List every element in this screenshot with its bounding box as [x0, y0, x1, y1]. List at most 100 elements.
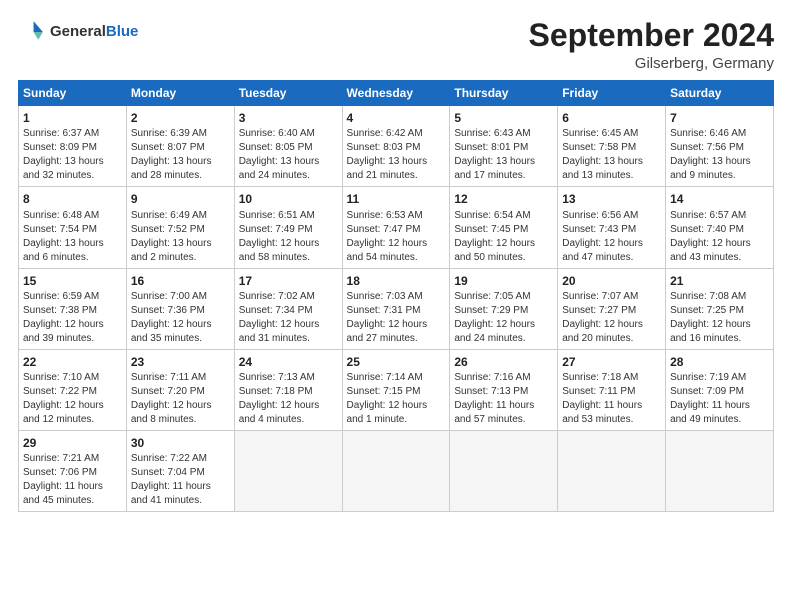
- calendar-cell: 4Sunrise: 6:42 AM Sunset: 8:03 PM Daylig…: [342, 106, 450, 187]
- col-sunday: Sunday: [19, 81, 127, 106]
- logo-blue: Blue: [106, 23, 139, 40]
- logo-general: General: [50, 23, 106, 40]
- day-info: Sunrise: 7:07 AM Sunset: 7:27 PM Dayligh…: [562, 290, 661, 346]
- calendar-cell: 30Sunrise: 7:22 AM Sunset: 7:04 PM Dayli…: [126, 430, 234, 511]
- day-number: 23: [131, 354, 230, 370]
- calendar-table: Sunday Monday Tuesday Wednesday Thursday…: [18, 80, 774, 512]
- day-number: 11: [347, 191, 446, 207]
- calendar-cell: [342, 430, 450, 511]
- calendar-cell: 10 Sunrise: 6:51 AM Sunset: 7:49 PM Dayli…: [234, 187, 342, 268]
- calendar-cell: 21Sunrise: 7:08 AM Sunset: 7:25 PM Dayli…: [666, 268, 774, 349]
- day-number: 30: [131, 435, 230, 451]
- day-info: Sunrise: 7:21 AM Sunset: 7:06 PM Dayligh…: [23, 452, 122, 508]
- week-row-3: 15Sunrise: 6:59 AM Sunset: 7:38 PM Dayli…: [19, 268, 774, 349]
- calendar-cell: 9 Sunrise: 6:49 AM Sunset: 7:52 PM Daylig…: [126, 187, 234, 268]
- day-number: 20: [562, 273, 661, 289]
- day-info: Sunrise: 6:37 AM Sunset: 8:09 PM Dayligh…: [23, 127, 122, 183]
- calendar-cell: 22Sunrise: 7:10 AM Sunset: 7:22 PM Dayli…: [19, 349, 127, 430]
- day-number: 3: [239, 110, 338, 126]
- calendar-cell: 26Sunrise: 7:16 AM Sunset: 7:13 PM Dayli…: [450, 349, 558, 430]
- calendar-cell: 28Sunrise: 7:19 AM Sunset: 7:09 PM Dayli…: [666, 349, 774, 430]
- day-number: 14: [670, 191, 769, 207]
- day-number: 24: [239, 354, 338, 370]
- week-row-2: 8 Sunrise: 6:48 AM Sunset: 7:54 PM Daylig…: [19, 187, 774, 268]
- day-info: Sunrise: 7:05 AM Sunset: 7:29 PM Dayligh…: [454, 290, 553, 346]
- calendar-cell: [450, 430, 558, 511]
- col-monday: Monday: [126, 81, 234, 106]
- day-info: Sunrise: 6:48 AM Sunset: 7:54 PM Dayligh…: [23, 209, 122, 265]
- calendar-cell: 2Sunrise: 6:39 AM Sunset: 8:07 PM Daylig…: [126, 106, 234, 187]
- calendar-cell: 18Sunrise: 7:03 AM Sunset: 7:31 PM Dayli…: [342, 268, 450, 349]
- calendar-cell: 14Sunrise: 6:57 AM Sunset: 7:40 PM Dayli…: [666, 187, 774, 268]
- col-saturday: Saturday: [666, 81, 774, 106]
- calendar-cell: 27Sunrise: 7:18 AM Sunset: 7:11 PM Dayli…: [558, 349, 666, 430]
- day-info: Sunrise: 7:19 AM Sunset: 7:09 PM Dayligh…: [670, 371, 769, 427]
- day-info: Sunrise: 6:43 AM Sunset: 8:01 PM Dayligh…: [454, 127, 553, 183]
- day-info: Sunrise: 7:08 AM Sunset: 7:25 PM Dayligh…: [670, 290, 769, 346]
- day-info: Sunrise: 6:59 AM Sunset: 7:38 PM Dayligh…: [23, 290, 122, 346]
- calendar-title: September 2024: [529, 18, 774, 53]
- calendar-cell: 3Sunrise: 6:40 AM Sunset: 8:05 PM Daylig…: [234, 106, 342, 187]
- page-header: GeneralBlue September 2024 Gilserberg, G…: [18, 18, 774, 72]
- week-row-5: 29Sunrise: 7:21 AM Sunset: 7:06 PM Dayli…: [19, 430, 774, 511]
- calendar-cell: 11 Sunrise: 6:53 AM Sunset: 7:47 PM Dayli…: [342, 187, 450, 268]
- day-number: 9: [131, 191, 230, 207]
- day-number: 4: [347, 110, 446, 126]
- col-thursday: Thursday: [450, 81, 558, 106]
- day-number: 12: [454, 191, 553, 207]
- col-friday: Friday: [558, 81, 666, 106]
- day-number: 13: [562, 191, 661, 207]
- calendar-cell: 5Sunrise: 6:43 AM Sunset: 8:01 PM Daylig…: [450, 106, 558, 187]
- day-number: 25: [347, 354, 446, 370]
- calendar-cell: [666, 430, 774, 511]
- day-info: Sunrise: 7:11 AM Sunset: 7:20 PM Dayligh…: [131, 371, 230, 427]
- calendar-cell: 7Sunrise: 6:46 AM Sunset: 7:56 PM Daylig…: [666, 106, 774, 187]
- day-number: 16: [131, 273, 230, 289]
- day-number: 2: [131, 110, 230, 126]
- day-number: 10: [239, 191, 338, 207]
- calendar-subtitle: Gilserberg, Germany: [529, 55, 774, 72]
- calendar-cell: 20Sunrise: 7:07 AM Sunset: 7:27 PM Dayli…: [558, 268, 666, 349]
- logo-icon: [18, 18, 46, 46]
- day-info: Sunrise: 7:03 AM Sunset: 7:31 PM Dayligh…: [347, 290, 446, 346]
- day-info: Sunrise: 6:45 AM Sunset: 7:58 PM Dayligh…: [562, 127, 661, 183]
- day-number: 21: [670, 273, 769, 289]
- calendar-cell: 19Sunrise: 7:05 AM Sunset: 7:29 PM Dayli…: [450, 268, 558, 349]
- calendar-cell: 17Sunrise: 7:02 AM Sunset: 7:34 PM Dayli…: [234, 268, 342, 349]
- calendar-cell: 29Sunrise: 7:21 AM Sunset: 7:06 PM Dayli…: [19, 430, 127, 511]
- day-number: 22: [23, 354, 122, 370]
- day-info: Sunrise: 7:18 AM Sunset: 7:11 PM Dayligh…: [562, 371, 661, 427]
- calendar-cell: 23Sunrise: 7:11 AM Sunset: 7:20 PM Dayli…: [126, 349, 234, 430]
- day-info: Sunrise: 6:53 AM Sunset: 7:47 PM Dayligh…: [347, 209, 446, 265]
- day-info: Sunrise: 7:14 AM Sunset: 7:15 PM Dayligh…: [347, 371, 446, 427]
- day-number: 29: [23, 435, 122, 451]
- col-tuesday: Tuesday: [234, 81, 342, 106]
- day-info: Sunrise: 6:46 AM Sunset: 7:56 PM Dayligh…: [670, 127, 769, 183]
- calendar-cell: [234, 430, 342, 511]
- day-info: Sunrise: 6:40 AM Sunset: 8:05 PM Dayligh…: [239, 127, 338, 183]
- day-number: 5: [454, 110, 553, 126]
- day-info: Sunrise: 6:51 AM Sunset: 7:49 PM Dayligh…: [239, 209, 338, 265]
- day-number: 1: [23, 110, 122, 126]
- week-row-4: 22Sunrise: 7:10 AM Sunset: 7:22 PM Dayli…: [19, 349, 774, 430]
- day-info: Sunrise: 6:49 AM Sunset: 7:52 PM Dayligh…: [131, 209, 230, 265]
- day-info: Sunrise: 6:54 AM Sunset: 7:45 PM Dayligh…: [454, 209, 553, 265]
- day-info: Sunrise: 6:42 AM Sunset: 8:03 PM Dayligh…: [347, 127, 446, 183]
- day-number: 8: [23, 191, 122, 207]
- day-info: Sunrise: 7:22 AM Sunset: 7:04 PM Dayligh…: [131, 452, 230, 508]
- day-number: 7: [670, 110, 769, 126]
- day-info: Sunrise: 6:56 AM Sunset: 7:43 PM Dayligh…: [562, 209, 661, 265]
- calendar-cell: 8 Sunrise: 6:48 AM Sunset: 7:54 PM Daylig…: [19, 187, 127, 268]
- day-info: Sunrise: 7:00 AM Sunset: 7:36 PM Dayligh…: [131, 290, 230, 346]
- calendar-cell: 15Sunrise: 6:59 AM Sunset: 7:38 PM Dayli…: [19, 268, 127, 349]
- day-number: 18: [347, 273, 446, 289]
- calendar-header-row: Sunday Monday Tuesday Wednesday Thursday…: [19, 81, 774, 106]
- calendar-cell: 13 Sunrise: 6:56 AM Sunset: 7:43 PM Dayli…: [558, 187, 666, 268]
- week-row-1: 1Sunrise: 6:37 AM Sunset: 8:09 PM Daylig…: [19, 106, 774, 187]
- calendar-cell: 1Sunrise: 6:37 AM Sunset: 8:09 PM Daylig…: [19, 106, 127, 187]
- day-info: Sunrise: 7:10 AM Sunset: 7:22 PM Dayligh…: [23, 371, 122, 427]
- day-number: 6: [562, 110, 661, 126]
- day-info: Sunrise: 7:13 AM Sunset: 7:18 PM Dayligh…: [239, 371, 338, 427]
- day-number: 17: [239, 273, 338, 289]
- calendar-cell: 6Sunrise: 6:45 AM Sunset: 7:58 PM Daylig…: [558, 106, 666, 187]
